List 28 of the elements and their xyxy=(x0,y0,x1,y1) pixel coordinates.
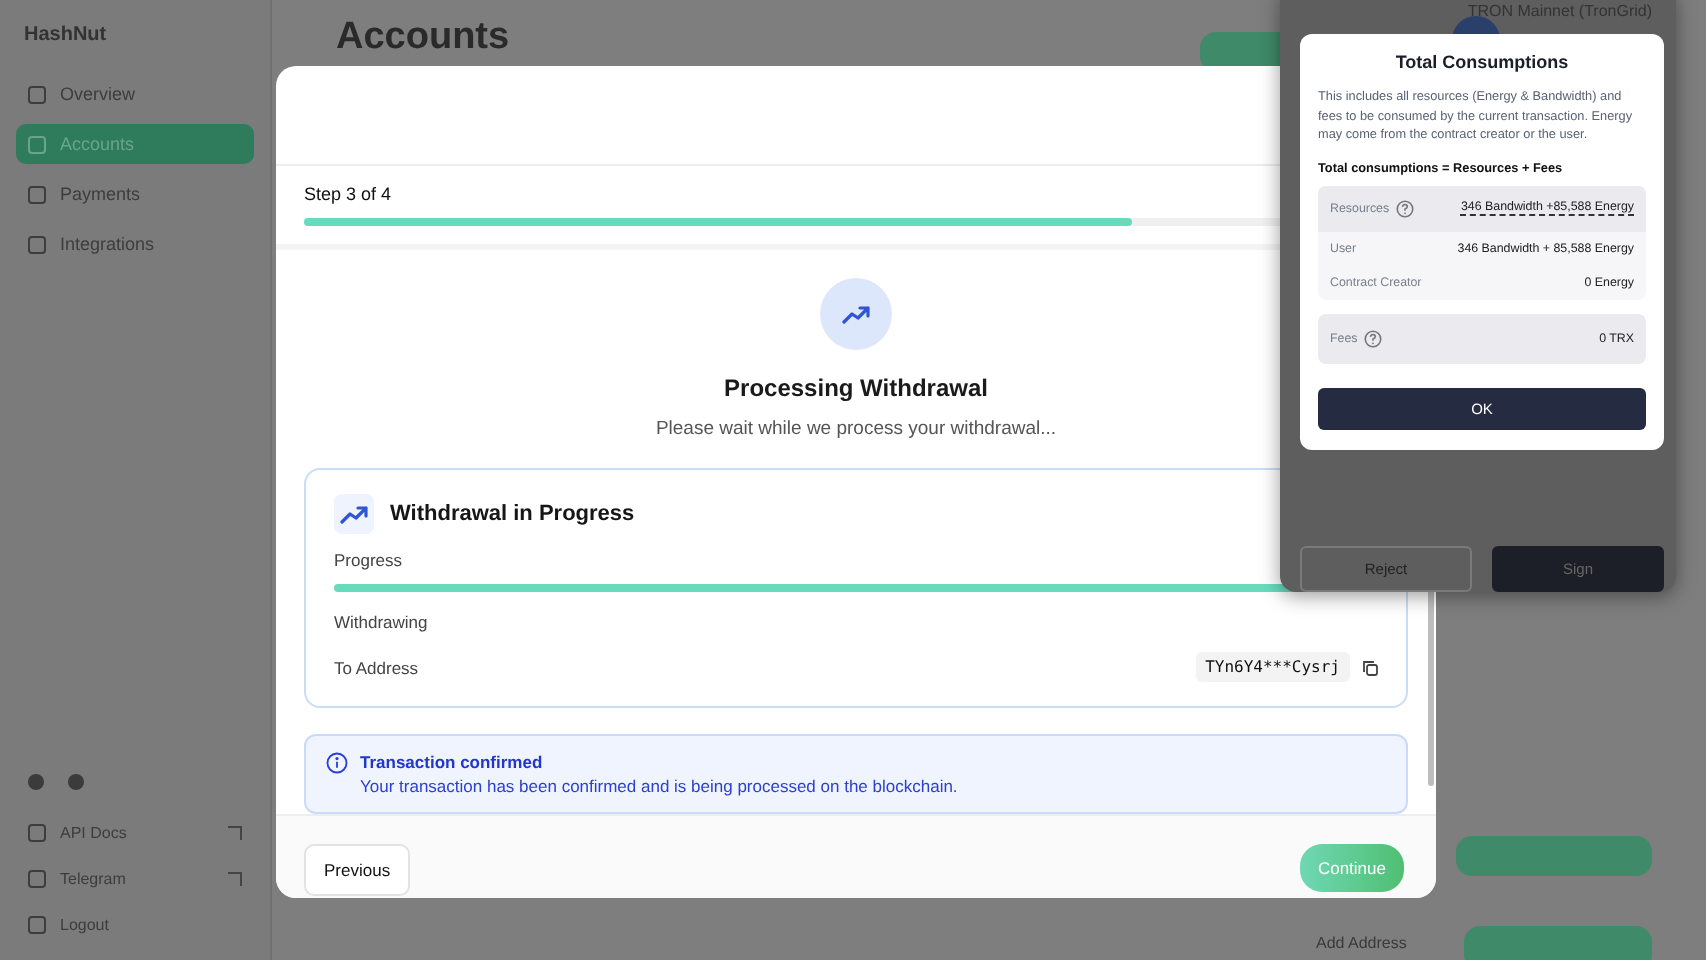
brand-name: HashNut xyxy=(22,22,109,50)
previous-button[interactable]: Previous xyxy=(304,844,411,896)
alert-message: Your transaction has been confirmed and is being processed on the blockchain. xyxy=(360,776,958,796)
copy-icon[interactable] xyxy=(1362,659,1378,675)
step-label: Step 3 of 4 xyxy=(304,184,394,204)
address-value: TYn6Y4***Cysrj xyxy=(1195,652,1350,682)
row-label: Withdrawing xyxy=(334,612,428,632)
card-title: Withdrawal in Progress xyxy=(390,502,635,526)
help-icon[interactable] xyxy=(1395,199,1414,217)
info-icon xyxy=(326,752,348,774)
sidebar-link[interactable]: Logout xyxy=(16,910,254,940)
row-label: To Address xyxy=(334,657,419,677)
sidebar-item[interactable]: Integrations xyxy=(16,224,254,264)
sidebar-item[interactable]: Overview xyxy=(16,74,254,114)
sidebar-link[interactable]: Telegram xyxy=(16,864,254,894)
sidebar-link[interactable]: API Docs xyxy=(16,818,254,848)
trend-arrow-icon xyxy=(340,504,368,524)
add-address-link[interactable]: Add Address xyxy=(1316,934,1407,952)
page-title: Accounts xyxy=(336,16,510,60)
sidebar-item[interactable]: Accounts xyxy=(16,124,254,164)
continue-button[interactable]: Continue xyxy=(1299,844,1404,892)
modal-heading: Processing Withdrawal xyxy=(724,374,988,402)
modal-subtitle: Please wait while we process your withdrawal... xyxy=(655,418,1057,440)
dialog-title: Total Consumptions xyxy=(1393,52,1571,72)
alert-title: Transaction confirmed xyxy=(360,752,545,772)
trend-arrow-icon xyxy=(842,304,870,324)
sidebar-item[interactable]: Payments xyxy=(16,174,254,214)
help-icon[interactable] xyxy=(1363,329,1382,347)
